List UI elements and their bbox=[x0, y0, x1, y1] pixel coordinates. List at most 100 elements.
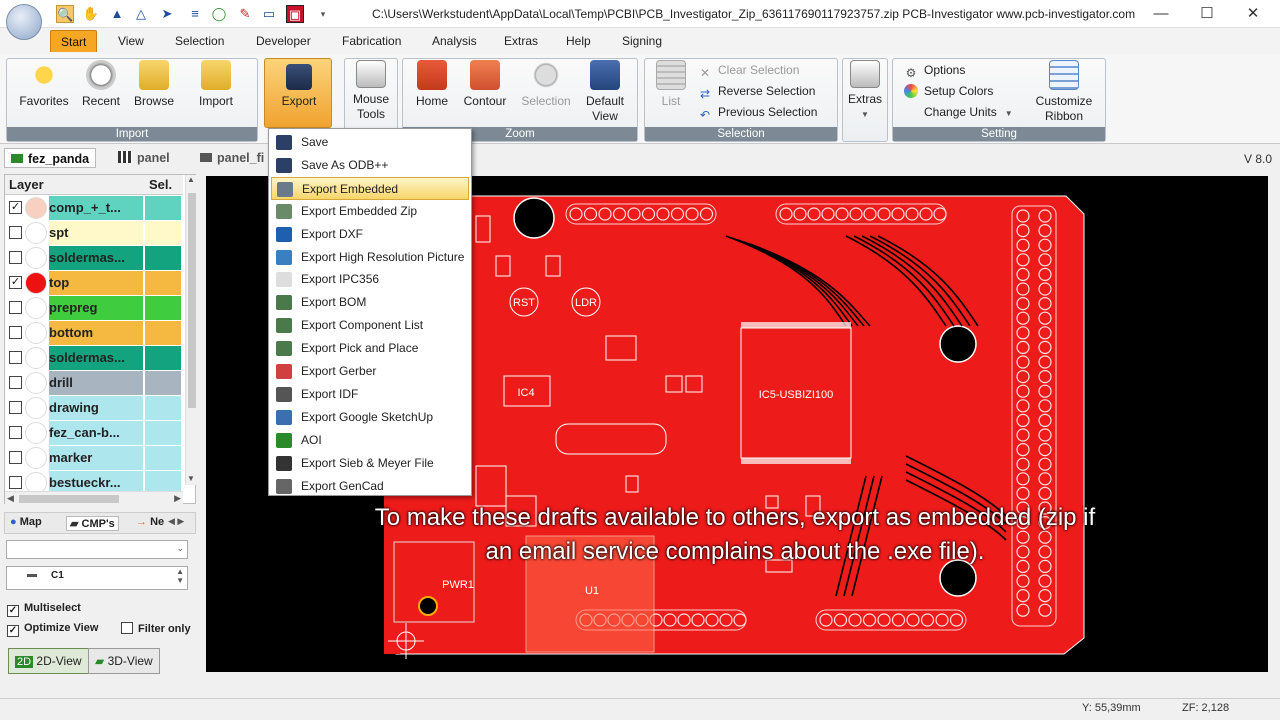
layer-sel-cell[interactable] bbox=[145, 396, 181, 420]
tab-signing[interactable]: Signing bbox=[612, 30, 672, 52]
layer-color-swatch[interactable] bbox=[25, 322, 47, 344]
scroll-up-icon[interactable]: ▲ bbox=[187, 175, 195, 184]
export-menu-item[interactable]: Export Google SketchUp bbox=[271, 406, 469, 429]
layer-color-swatch[interactable] bbox=[25, 447, 47, 469]
doc-tab-fez-panda[interactable]: fez_panda bbox=[4, 148, 97, 168]
tabs-scroll-icon[interactable]: ◀ ▶ bbox=[168, 516, 184, 527]
layer-sel-cell[interactable] bbox=[145, 446, 181, 470]
layer-sel-cell[interactable] bbox=[145, 321, 181, 345]
checkbox-icon[interactable] bbox=[9, 301, 22, 314]
layer-row[interactable]: spt bbox=[5, 221, 181, 245]
checkbox-icon[interactable] bbox=[9, 476, 22, 489]
reverse-selection-button[interactable]: ⇄ Reverse Selection bbox=[698, 83, 815, 101]
tab-fabrication[interactable]: Fabrication bbox=[332, 30, 411, 52]
contour-button[interactable]: Contour bbox=[460, 60, 510, 109]
checkbox-icon[interactable] bbox=[9, 226, 22, 239]
export-menu-item[interactable]: Save As ODB++ bbox=[271, 154, 469, 177]
layer-sel-cell[interactable] bbox=[145, 196, 181, 220]
change-units-button[interactable]: Change Units ▼ bbox=[908, 104, 1013, 122]
layer-vertical-scrollbar[interactable]: ▲ ▼ bbox=[185, 175, 197, 485]
home-button[interactable]: Home bbox=[410, 60, 454, 109]
tab-map[interactable]: ● Map bbox=[10, 516, 42, 528]
filter-only-checkbox[interactable]: Filter only bbox=[121, 622, 191, 635]
export-menu-item[interactable]: AOI bbox=[271, 429, 469, 452]
maximize-button[interactable]: ☐ bbox=[1184, 0, 1230, 28]
component-list[interactable]: ▬ C1 ▲ ▼ bbox=[6, 566, 188, 590]
component-filter-combo[interactable]: ⌄ bbox=[6, 540, 188, 559]
close-button[interactable]: ✕ bbox=[1230, 0, 1276, 28]
previous-selection-button[interactable]: ↶ Previous Selection bbox=[698, 104, 817, 122]
layer-row[interactable]: marker bbox=[5, 446, 181, 470]
checkbox-icon[interactable] bbox=[9, 351, 22, 364]
layer-row[interactable]: bottom bbox=[5, 321, 181, 345]
layer-row[interactable]: fez_can-b... bbox=[5, 421, 181, 445]
checkbox-icon[interactable] bbox=[9, 451, 22, 464]
checkbox-icon[interactable] bbox=[9, 251, 22, 264]
export-menu-item[interactable]: Export Embedded Zip bbox=[271, 200, 469, 223]
checkbox-icon[interactable] bbox=[9, 426, 22, 439]
layer-sel-cell[interactable] bbox=[145, 271, 181, 295]
recent-button[interactable]: Recent bbox=[76, 60, 126, 109]
pen-icon[interactable]: ✎ bbox=[236, 5, 254, 23]
layer-sel-cell[interactable] bbox=[145, 246, 181, 270]
layer-row[interactable]: soldermas... bbox=[5, 346, 181, 370]
export-menu-item[interactable]: Export High Resolution Picture bbox=[271, 246, 469, 269]
scroll-right-icon[interactable]: ▶ bbox=[174, 493, 181, 504]
layer-sel-cell[interactable] bbox=[145, 296, 181, 320]
mouse-tools-button[interactable]: Mouse Tools bbox=[346, 60, 396, 122]
layer-sel-cell[interactable] bbox=[145, 221, 181, 245]
layer-color-swatch[interactable] bbox=[25, 397, 47, 419]
multiselect-checkbox[interactable]: ✓ Multiselect bbox=[7, 602, 81, 617]
checkbox-checked-icon[interactable]: ✓ bbox=[9, 276, 22, 289]
export-menu-item[interactable]: Export IPC356 bbox=[271, 268, 469, 291]
scroll-left-icon[interactable]: ◀ bbox=[7, 493, 14, 504]
zoom-selection-button[interactable]: Selection bbox=[518, 60, 574, 109]
checkbox-icon[interactable] bbox=[9, 326, 22, 339]
layer-row[interactable]: ✓ top bbox=[5, 271, 181, 295]
doc-tab-panel-fi[interactable]: panel_fi bbox=[200, 148, 264, 168]
layer-color-swatch[interactable] bbox=[25, 297, 47, 319]
app-logo-icon[interactable] bbox=[6, 4, 42, 40]
export-menu-item[interactable]: Export Pick and Place bbox=[271, 337, 469, 360]
select-arrow-icon[interactable]: ➤ bbox=[158, 5, 176, 23]
layer-color-swatch[interactable] bbox=[25, 222, 47, 244]
tab-analysis[interactable]: Analysis bbox=[422, 30, 487, 52]
dropdown-icon[interactable]: ▾ bbox=[314, 5, 332, 23]
import-button[interactable]: Import bbox=[190, 60, 242, 109]
optimize-view-checkbox[interactable]: ✓ Optimize View bbox=[7, 622, 98, 637]
circle-icon[interactable]: ◯ bbox=[210, 5, 228, 23]
hscroll-thumb[interactable] bbox=[19, 495, 119, 503]
layer-row[interactable]: drill bbox=[5, 371, 181, 395]
pcb-icon[interactable]: ▣ bbox=[286, 5, 304, 23]
tab-selection[interactable]: Selection bbox=[165, 30, 234, 52]
layer-horizontal-scrollbar[interactable]: ◀ ▶ bbox=[5, 491, 183, 505]
export-menu-item[interactable]: Export DXF bbox=[271, 223, 469, 246]
export-menu-item[interactable]: Export Component List bbox=[271, 314, 469, 337]
default-view-button[interactable]: Default View bbox=[578, 60, 632, 124]
export-menu-item[interactable]: Export Gerber bbox=[271, 360, 469, 383]
component-list-item[interactable]: C1 bbox=[51, 570, 64, 581]
layer-sel-cell[interactable] bbox=[145, 371, 181, 395]
tab-cmps[interactable]: ▰ CMP's bbox=[66, 516, 119, 531]
ruler-icon[interactable]: ▭ bbox=[260, 5, 278, 23]
measure-icon[interactable]: ≡ bbox=[186, 5, 204, 23]
layer-sel-cell[interactable] bbox=[145, 421, 181, 445]
layer-row[interactable]: soldermas... bbox=[5, 246, 181, 270]
customize-ribbon-button[interactable]: Customize Ribbon bbox=[1034, 60, 1094, 124]
checkbox-icon[interactable] bbox=[9, 401, 22, 414]
list-scroll-icon[interactable]: ▲ ▼ bbox=[176, 567, 184, 585]
tab-developer[interactable]: Developer bbox=[246, 30, 321, 52]
options-button[interactable]: ⚙ Options bbox=[904, 62, 966, 80]
search-icon[interactable]: 🔍 bbox=[56, 5, 74, 23]
export-menu-item[interactable]: Export IDF bbox=[271, 383, 469, 406]
favorites-button[interactable]: Favorites bbox=[16, 60, 72, 109]
2d-view-button[interactable]: 2D 2D-View bbox=[8, 648, 89, 674]
hand-icon[interactable]: ✋ bbox=[82, 5, 100, 23]
tab-view[interactable]: View bbox=[108, 30, 154, 52]
3d-view-button[interactable]: ▰ 3D-View bbox=[88, 648, 160, 674]
browse-button[interactable]: Browse bbox=[130, 60, 178, 109]
checkbox-icon[interactable] bbox=[9, 376, 22, 389]
scroll-thumb[interactable] bbox=[188, 193, 196, 408]
layer-color-swatch[interactable] bbox=[25, 372, 47, 394]
arrow-up-alt-icon[interactable]: △ bbox=[132, 5, 150, 23]
